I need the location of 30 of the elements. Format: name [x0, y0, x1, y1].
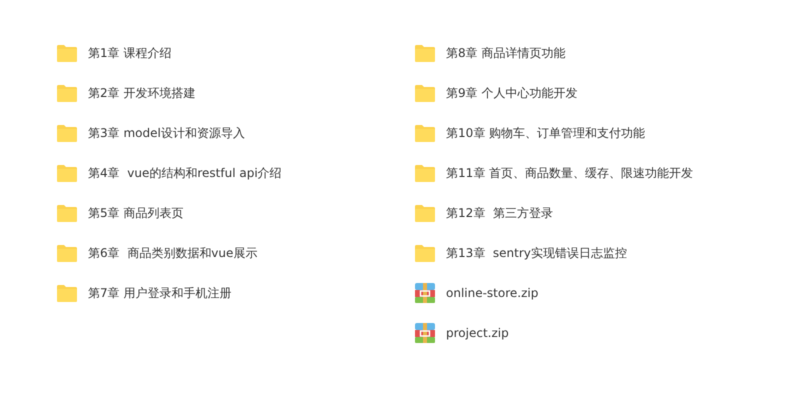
folder-icon: [57, 124, 77, 142]
file-name[interactable]: 第2章 开发环境搭建: [88, 84, 196, 102]
folder-icon: [57, 84, 77, 102]
file-name[interactable]: 第4章 vue的结构和restful api介绍: [88, 164, 282, 182]
archive-icon: [415, 283, 435, 303]
folder-icon: [57, 164, 77, 182]
folder-icon: [415, 164, 435, 182]
folder-icon: [415, 84, 435, 102]
file-name[interactable]: 第11章 首页、商品数量、缓存、限速功能开发: [446, 164, 694, 182]
file-name[interactable]: 第3章 model设计和资源导入: [88, 124, 245, 142]
folder-icon: [57, 44, 77, 62]
file-name[interactable]: 第6章 商品类别数据和vue展示: [88, 244, 258, 262]
folder-icon: [415, 44, 435, 62]
file-name[interactable]: 第13章 sentry实现错误日志监控: [446, 244, 627, 262]
folder-icon: [57, 284, 77, 302]
file-name[interactable]: online-store.zip: [446, 286, 538, 300]
file-name[interactable]: 第10章 购物车、订单管理和支付功能: [446, 124, 646, 142]
file-name[interactable]: 第7章 用户登录和手机注册: [88, 284, 232, 302]
file-name[interactable]: 第9章 个人中心功能开发: [446, 84, 578, 102]
file-name[interactable]: 第5章 商品列表页: [88, 204, 184, 222]
folder-icon: [415, 124, 435, 142]
file-name[interactable]: 第8章 商品详情页功能: [446, 44, 566, 62]
file-name[interactable]: 第12章 第三方登录: [446, 204, 553, 222]
folder-icon: [57, 204, 77, 222]
file-name[interactable]: 第1章 课程介绍: [88, 44, 172, 62]
archive-icon: [415, 323, 435, 343]
folder-icon: [57, 244, 77, 262]
file-name[interactable]: project.zip: [446, 326, 509, 340]
folder-icon: [415, 244, 435, 262]
folder-icon: [415, 204, 435, 222]
